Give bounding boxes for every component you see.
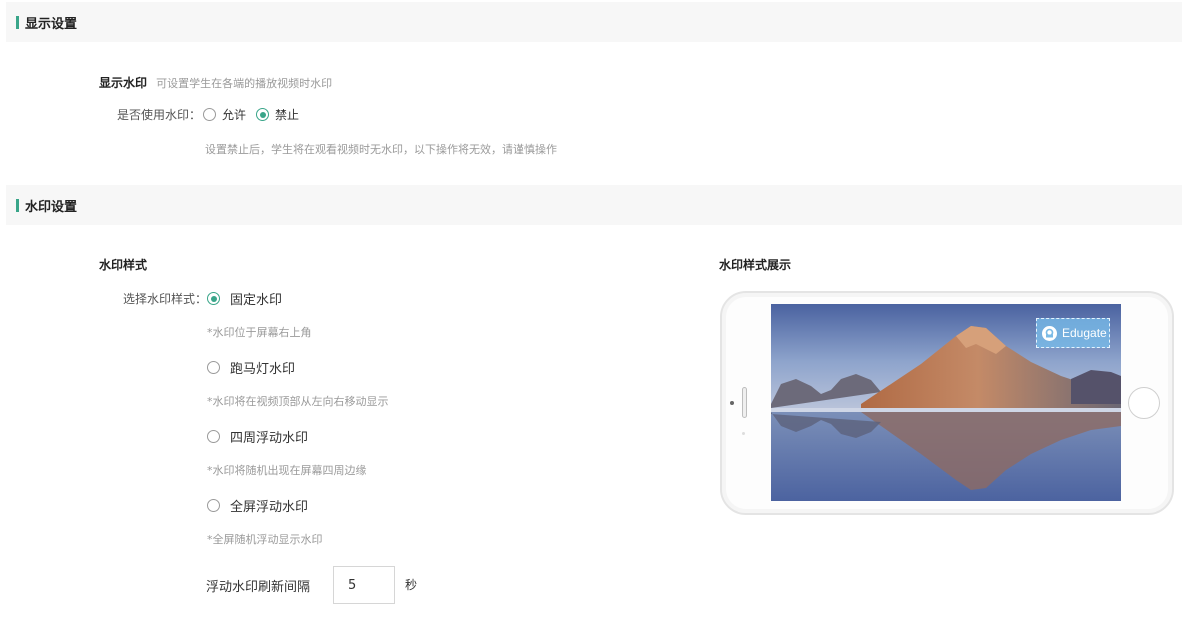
display-watermark-desc: 可设置学生在各端的播放视频时水印: [156, 77, 333, 90]
select-style-label: 选择水印样式：: [123, 292, 208, 306]
phone-home-button: [1128, 387, 1160, 419]
style-option-marquee[interactable]: 跑马灯水印: [207, 358, 295, 377]
radio-allow[interactable]: 允许: [203, 106, 246, 123]
phone-speaker: [742, 387, 747, 418]
preview-watermark: Edugate: [1036, 318, 1110, 348]
style-option-hint: *全屏随机浮动显示水印: [207, 533, 323, 546]
use-watermark-row: 是否使用水印： 允许 禁止: [117, 106, 299, 123]
style-option-hint: *水印将随机出现在屏幕四周边缘: [207, 464, 367, 477]
radio-circle[interactable]: [207, 361, 220, 374]
edugate-logo-icon: [1042, 325, 1057, 341]
radio-allow-label: 允许: [222, 108, 247, 122]
radio-circle-checked[interactable]: [256, 108, 270, 121]
preview-watermark-text: Edugate: [1062, 326, 1107, 340]
radio-circle[interactable]: [207, 430, 220, 443]
phone-sensor: [742, 432, 745, 435]
phone-camera: [730, 401, 734, 405]
display-settings-header: 显示设置: [6, 2, 1182, 42]
watermark-style-label: 水印样式: [99, 258, 148, 272]
radio-forbid[interactable]: 禁止: [256, 106, 299, 123]
interval-unit: 秒: [405, 578, 418, 592]
section-title: 显示设置: [25, 16, 78, 32]
use-watermark-label: 是否使用水印：: [117, 108, 202, 122]
style-option-label: 跑马灯水印: [230, 362, 296, 377]
section-accent-bar: [16, 15, 19, 29]
style-option-edge-float[interactable]: 四周浮动水印: [207, 427, 308, 446]
style-option-hint: *水印将在视频顶部从左向右移动显示: [207, 395, 389, 408]
preview-label: 水印样式展示: [719, 258, 792, 272]
style-option-fixed[interactable]: 固定水印: [207, 289, 282, 308]
style-option-hint: *水印位于屏幕右上角: [207, 326, 312, 339]
interval-label: 浮动水印刷新间隔: [206, 580, 311, 595]
style-option-label: 四周浮动水印: [230, 431, 309, 446]
style-option-fullscreen-float[interactable]: 全屏浮动水印: [207, 496, 308, 515]
section-accent-bar: [16, 198, 19, 212]
radio-forbid-label: 禁止: [275, 108, 300, 122]
section-title: 水印设置: [25, 199, 78, 215]
radio-circle[interactable]: [207, 499, 220, 512]
style-option-label: 固定水印: [230, 293, 283, 308]
display-watermark-row: 显示水印 可设置学生在各端的播放视频时水印: [99, 72, 332, 91]
style-option-label: 全屏浮动水印: [230, 500, 309, 515]
interval-input[interactable]: [333, 566, 395, 604]
radio-circle-checked[interactable]: [207, 292, 220, 305]
display-watermark-label: 显示水印: [99, 76, 148, 90]
radio-circle[interactable]: [203, 108, 217, 121]
disable-hint: 设置禁止后，学生将在观看视频时无水印，以下操作将无效，请谨慎操作: [205, 143, 557, 156]
watermark-settings-header: 水印设置: [6, 185, 1182, 225]
